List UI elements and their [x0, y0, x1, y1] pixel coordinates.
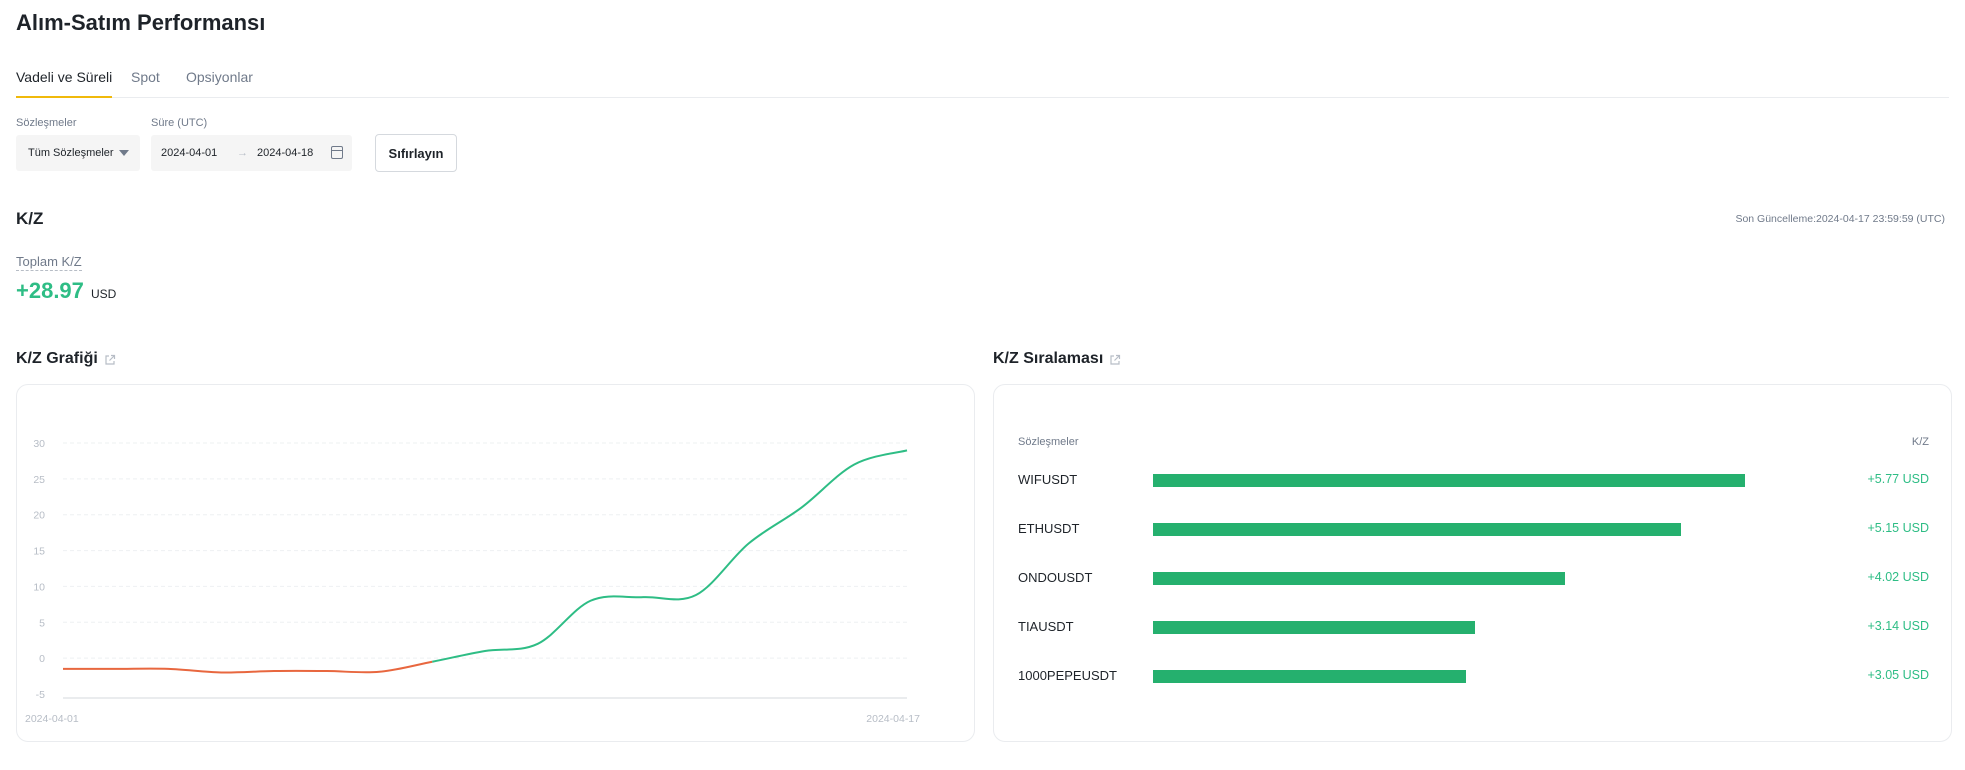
contracts-select-value: Tüm Sözleşmeler [28, 147, 114, 159]
ranking-row: 1000PEPEUSDT +3.05 USD [994, 666, 1951, 686]
duration-filter-label: Süre (UTC) [151, 117, 208, 129]
start-date[interactable]: 2024-04-01 [161, 147, 217, 159]
data-point [378, 670, 381, 673]
tab-spot[interactable]: Spot [131, 68, 160, 98]
x-tick-label: 2024-04-17 [866, 713, 920, 725]
ranking-pnl-value: +4.02 USD [1867, 570, 1930, 584]
contracts-select[interactable]: Tüm Sözleşmeler [16, 135, 140, 171]
y-tick-label: 10 [33, 581, 45, 593]
ranking-row: ETHUSDT +5.15 USD [994, 519, 1951, 539]
last-update-text: Son Güncelleme:2024-04-17 23:59:59 (UTC) [1735, 213, 1945, 225]
ranking-row: TIAUSDT +3.14 USD [994, 617, 1951, 637]
end-date[interactable]: 2024-04-18 [257, 147, 313, 159]
pnl-line-negative [63, 660, 433, 674]
data-point [167, 667, 170, 670]
chevron-down-icon [119, 150, 129, 156]
ranking-pnl-value: +3.05 USD [1867, 668, 1930, 682]
page-title: Alım-Satım Performansı [16, 10, 266, 35]
ranking-contract-name: ONDOUSDT [1018, 570, 1093, 585]
x-tick-label: 2024-04-01 [25, 713, 79, 725]
ranking-bar [1153, 523, 1682, 536]
total-pnl-unit: USD [91, 287, 117, 301]
ranking-bar [1153, 572, 1566, 585]
pnl-chart-heading: K/Z Grafiği [16, 350, 116, 368]
ranking-col-contract: Sözleşmeler [1018, 436, 1079, 448]
ranking-bar [1153, 474, 1745, 487]
data-point [589, 599, 592, 602]
ranking-card: Sözleşmeler K/Z WIFUSDT +5.77 USD ETHUSDT +… [993, 384, 1952, 742]
tab-options[interactable]: Opsiyonlar [186, 68, 253, 98]
data-point [853, 463, 856, 466]
y-tick-label: 15 [33, 546, 45, 558]
pnl-line-positive [432, 449, 908, 663]
data-point [62, 667, 65, 670]
y-tick-label: 20 [33, 510, 45, 522]
ranking-contract-name: WIFUSDT [1018, 472, 1078, 487]
data-point [220, 671, 223, 674]
external-link-icon[interactable] [1109, 353, 1121, 365]
ranking-heading: K/Z Sıralaması [993, 350, 1121, 368]
date-range-picker[interactable]: 2024-04-01 → 2024-04-18 [151, 135, 352, 171]
tab-bar: Vadeli ve Süreli Spot Opsiyonlar [16, 68, 1949, 98]
external-link-icon[interactable] [104, 353, 116, 365]
ranking-pnl-value: +5.77 USD [1867, 472, 1930, 486]
ranking-row: ONDOUSDT +4.02 USD [994, 568, 1951, 588]
calendar-icon[interactable] [331, 146, 343, 159]
ranking-pnl-value: +5.15 USD [1867, 521, 1930, 535]
data-point [747, 542, 750, 545]
pnl-section-title: K/Z [16, 209, 44, 228]
total-pnl-value: +28.97 [16, 278, 84, 303]
data-point [642, 596, 645, 599]
pnl-chart-title: K/Z Grafiği [16, 350, 98, 367]
y-tick-label: 5 [39, 617, 45, 629]
contracts-filter-label: Sözleşmeler [16, 117, 77, 129]
data-point [536, 642, 539, 645]
data-point [906, 449, 909, 452]
pnl-line-chart[interactable]: 30 25 20 15 10 5 0 -5 2024-04-01 2024-04-17 [17, 385, 974, 741]
ranking-col-pnl: K/Z [1911, 436, 1929, 448]
tab-futures[interactable]: Vadeli ve Süreli [16, 68, 113, 98]
data-point [273, 670, 276, 673]
data-point [325, 670, 328, 673]
ranking-title: K/Z Sıralaması [993, 350, 1104, 367]
ranking-contract-name: ETHUSDT [1018, 521, 1080, 536]
y-tick-label: 30 [33, 438, 45, 450]
y-tick-label: 0 [39, 653, 45, 665]
pnl-chart-card: 30 25 20 15 10 5 0 -5 2024-04-01 2024-04-17 [16, 384, 975, 742]
data-point [431, 660, 434, 663]
ranking-bar [1153, 621, 1476, 634]
date-range-arrow: → [237, 147, 248, 159]
data-point [484, 649, 487, 652]
total-pnl-label[interactable]: Toplam K/Z [16, 254, 82, 271]
data-point [695, 594, 698, 597]
reset-button[interactable]: Sıfırlayın [375, 134, 457, 172]
ranking-pnl-value: +3.14 USD [1867, 619, 1930, 633]
ranking-row: WIFUSDT +5.77 USD [994, 470, 1951, 490]
y-tick-label: 25 [33, 474, 45, 486]
ranking-bar [1153, 670, 1466, 683]
data-point [800, 506, 803, 509]
ranking-contract-name: 1000PEPEUSDT [1018, 668, 1117, 683]
y-tick-label: -5 [36, 689, 45, 701]
ranking-contract-name: TIAUSDT [1018, 619, 1074, 634]
data-point [114, 667, 117, 670]
